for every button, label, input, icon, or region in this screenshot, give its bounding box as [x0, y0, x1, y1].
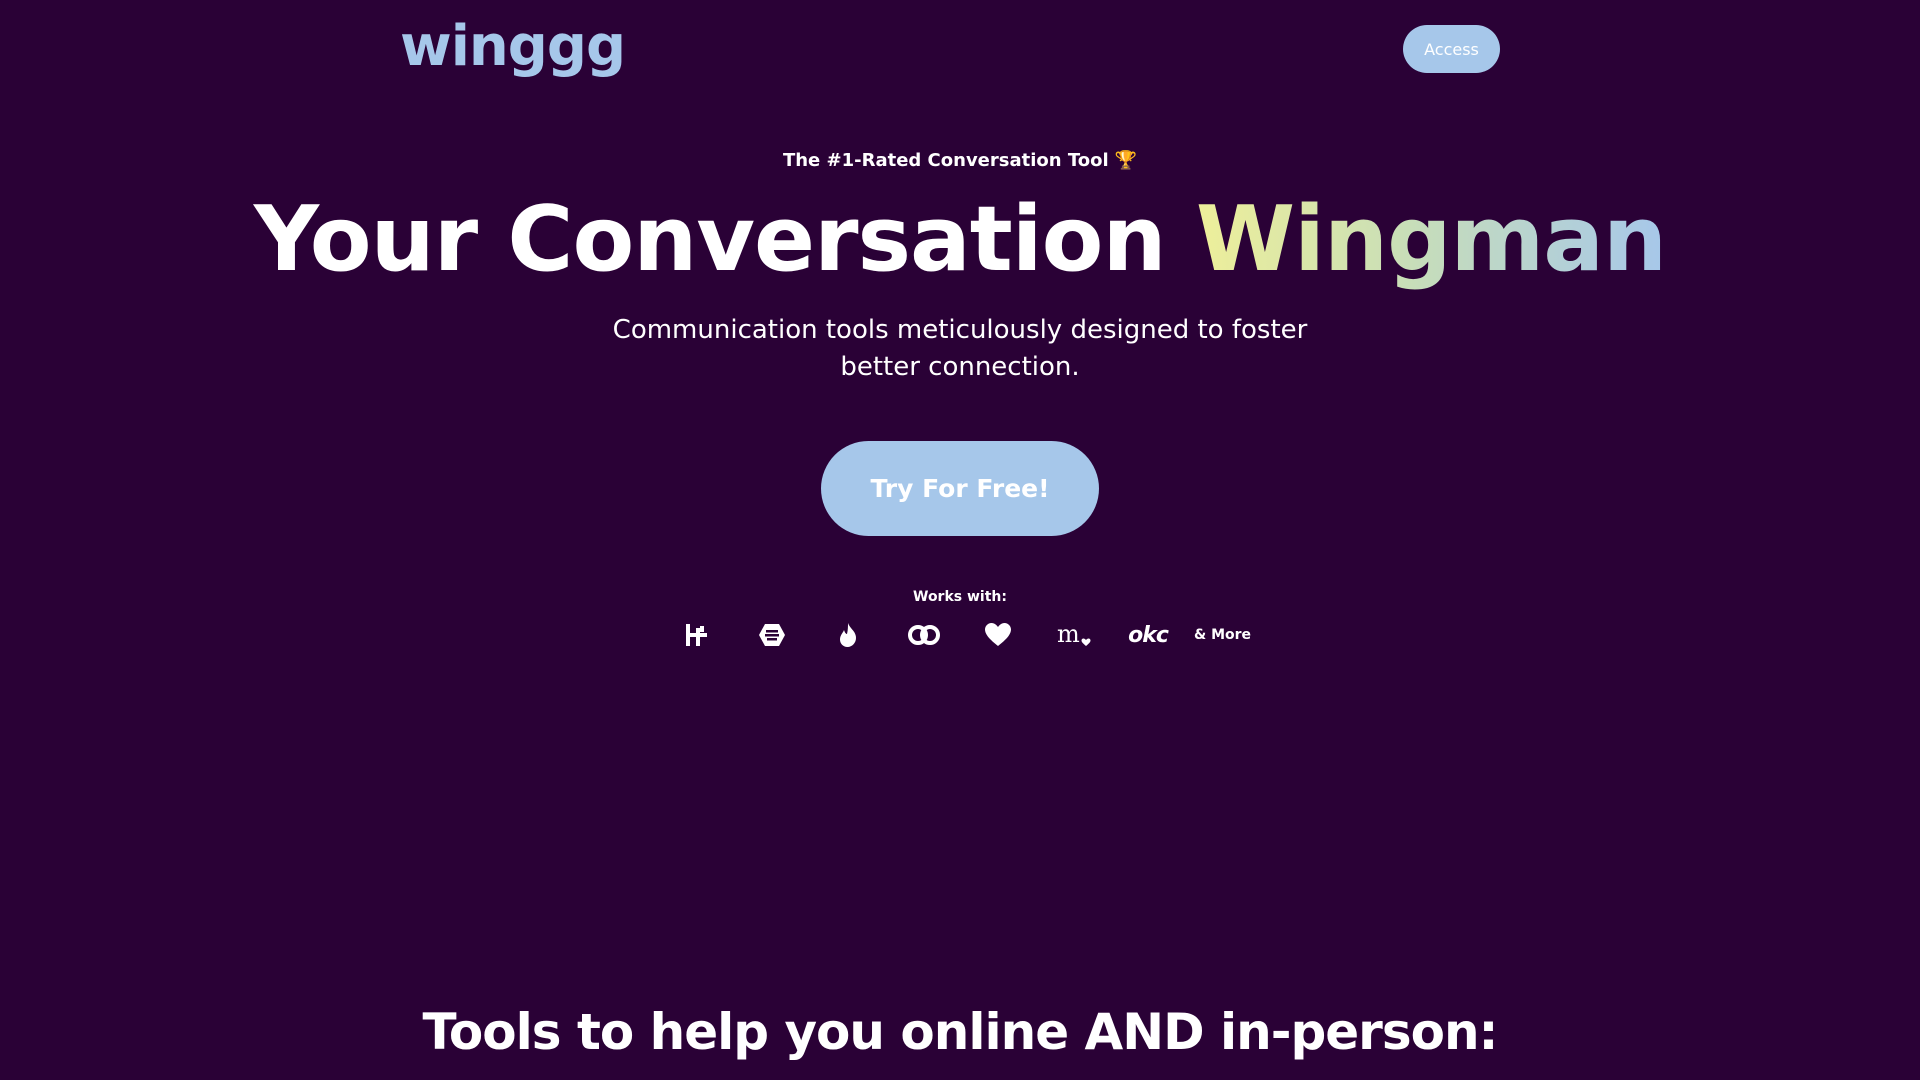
more-apps-label: & More [1194, 627, 1252, 643]
works-with-apps: m okc & More [0, 615, 1920, 655]
landing-page: winggg Access The #1-Rated Conversation … [0, 0, 1920, 1080]
hero-headline: Your Conversation Wingman [0, 180, 1920, 300]
tinder-icon [828, 615, 868, 655]
okcupid-text: okc [1128, 622, 1169, 648]
trophy-icon: 🏆 [1114, 150, 1138, 171]
hero-tagline-text: The #1-Rated Conversation Tool [782, 150, 1109, 171]
hinge-icon [676, 615, 716, 655]
logo[interactable]: winggg [400, 12, 626, 82]
heart-icon [978, 615, 1018, 655]
headline-accent: Wingman [1195, 187, 1667, 292]
coffee-meets-bagel-icon [904, 615, 944, 655]
match-icon: m [1054, 615, 1094, 655]
bumble-icon [752, 615, 792, 655]
headline-main: Your Conversation [253, 187, 1196, 292]
access-button[interactable]: Access [1403, 25, 1500, 73]
hero-subtext: Communication tools meticulously designe… [612, 315, 1308, 382]
hero-tagline: The #1-Rated Conversation Tool 🏆 [0, 149, 1920, 173]
svg-text:m: m [1057, 620, 1080, 648]
okcupid-icon: okc [1128, 615, 1169, 655]
works-with-label: Works with: [913, 589, 1007, 605]
section-title: Tools to help you online AND in-person: [422, 1003, 1498, 1061]
try-for-free-button[interactable]: Try For Free! [821, 441, 1099, 536]
